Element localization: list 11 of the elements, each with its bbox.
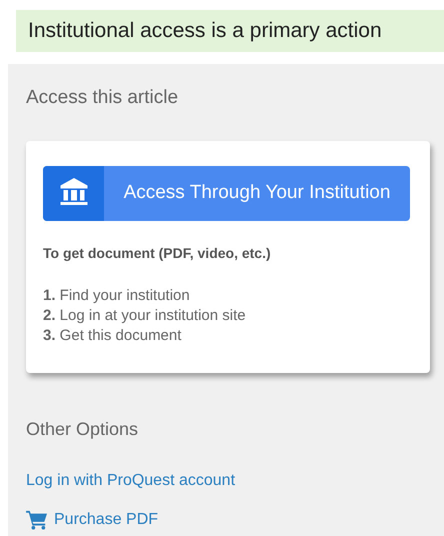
instruction-step: 1. Find your institution	[43, 286, 410, 306]
link[interactable]: Log in with ProQuest account	[26, 468, 236, 492]
shopping-cart-icon	[26, 510, 48, 530]
link[interactable]: Purchase PDF	[26, 508, 158, 532]
caption: Institutional access is a primary action	[16, 10, 444, 52]
section-title: Access this article	[26, 86, 180, 110]
institution-access-button[interactable]: Access Through Your Institution	[43, 166, 410, 220]
instruction-step: 3. Get this document	[43, 326, 410, 346]
instruction-step: 2. Log in at your institution site	[43, 306, 410, 326]
instructions-title: To get document (PDF, video, etc.)	[43, 244, 272, 263]
section-title: Other Options	[26, 418, 140, 441]
